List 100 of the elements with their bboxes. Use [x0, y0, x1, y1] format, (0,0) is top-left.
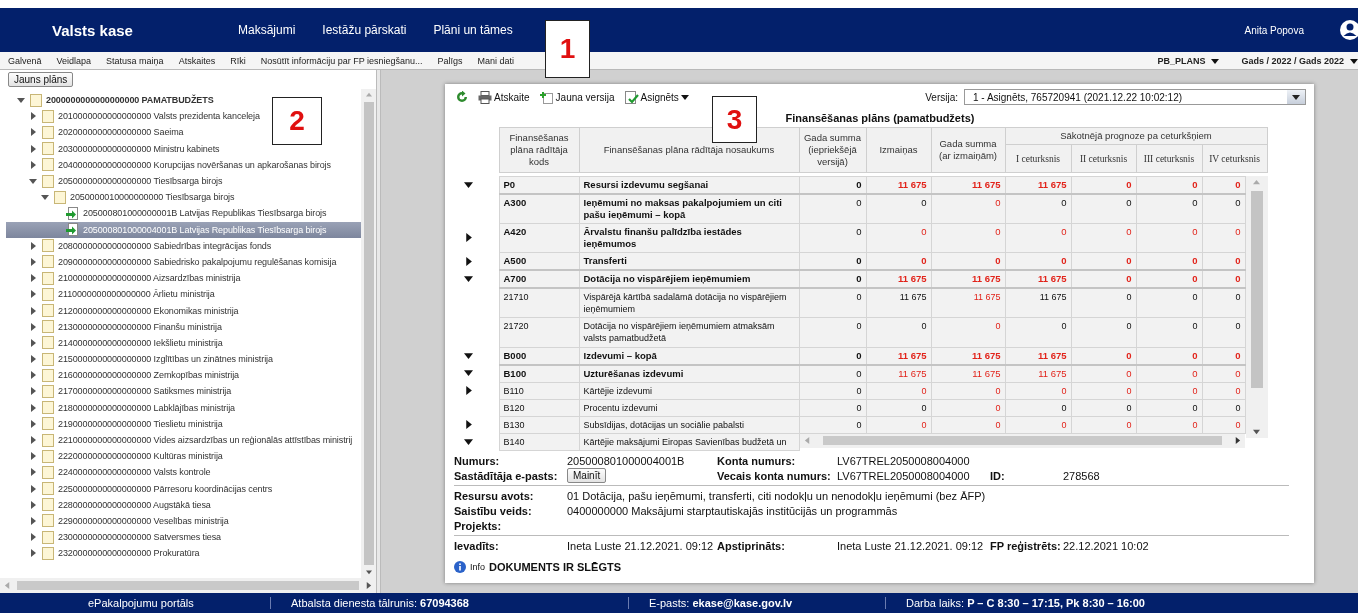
- user-avatar-icon[interactable]: [1340, 19, 1358, 41]
- tree-item[interactable]: 2170000000000000000 Satiksmes ministrija: [6, 383, 232, 400]
- menu-item[interactable]: Nosūtīt informāciju par FP iesniegšanu...: [260, 55, 423, 66]
- caret-icon[interactable]: [1211, 56, 1220, 65]
- tree-item[interactable]: 2180000000000000000 Labklājības ministrija: [6, 399, 235, 416]
- caret-icon[interactable]: [464, 233, 473, 243]
- tree-item[interactable]: 2290000000000000000 Veselības ministrija: [6, 512, 229, 530]
- vertical-scrollbar[interactable]: [1245, 176, 1268, 438]
- caret-icon[interactable]: [29, 436, 37, 445]
- caret-icon[interactable]: [29, 452, 37, 461]
- toolbar-button[interactable]: Jauna versija: [537, 90, 617, 104]
- tree-item[interactable]: 2110000000000000000 Ārlietu ministrija: [6, 286, 215, 303]
- tree-item[interactable]: 2020000000000000000 Saeima: [6, 124, 184, 141]
- vertical-scrollbar[interactable]: [361, 89, 376, 578]
- tree-item[interactable]: 2240000000000000000 Valsts kontrole: [6, 464, 211, 481]
- tree-item[interactable]: 2190000000000000000 Tieslietu ministrija: [6, 415, 223, 432]
- caret-icon[interactable]: [464, 256, 473, 266]
- tree-item[interactable]: 2250000000000000000 Pārresoru koordinācijas centrs: [6, 480, 273, 497]
- caret-icon[interactable]: [464, 368, 473, 378]
- menu-item[interactable]: Rīki: [230, 55, 246, 66]
- caret-icon[interactable]: [1292, 93, 1300, 101]
- tree-item[interactable]: 2140000000000000000 Iekšlietu ministrija: [6, 334, 223, 351]
- caret-icon[interactable]: [29, 257, 37, 266]
- scroll-down-icon[interactable]: [365, 569, 372, 575]
- caret-icon[interactable]: [29, 338, 37, 347]
- caret-icon[interactable]: [29, 500, 37, 509]
- caret-icon[interactable]: [17, 96, 25, 105]
- caret-icon[interactable]: [464, 350, 473, 360]
- caret-icon[interactable]: [29, 241, 37, 250]
- tree-item[interactable]: 2130000000000000000 Finanšu ministrija: [6, 318, 222, 335]
- scroll-right-icon[interactable]: [1234, 437, 1241, 445]
- menu-dropdown[interactable]: Gads / 2022 / Gads 2022: [1241, 55, 1358, 66]
- caret-icon[interactable]: [41, 193, 49, 202]
- caret-icon[interactable]: [29, 484, 37, 493]
- caret-icon[interactable]: [29, 387, 37, 396]
- tree-item[interactable]: 2320000000000000000 Prokuratūra: [6, 545, 200, 562]
- caret-icon[interactable]: [464, 436, 473, 446]
- toolbar-button[interactable]: Asignēts: [622, 90, 691, 104]
- caret-icon[interactable]: [29, 128, 37, 137]
- tree-item[interactable]: 2220000000000000000 Kultūras ministrija: [6, 448, 223, 465]
- tree-item[interactable]: 2120000000000000000 Ekonomikas ministrija: [6, 302, 239, 319]
- caret-icon[interactable]: [1350, 56, 1358, 65]
- caret-icon[interactable]: [29, 403, 37, 412]
- tree-item[interactable]: 2210000000000000000 Vides aizsardzības un reģionālās attīstības ministrij: [6, 431, 353, 449]
- tree-item[interactable]: 2050000010000000000 Tiesībsarga birojs: [6, 189, 235, 206]
- horizontal-scrollbar[interactable]: [0, 578, 376, 593]
- caret-icon[interactable]: [29, 274, 37, 283]
- caret-icon[interactable]: [29, 160, 37, 169]
- new-plan-button[interactable]: Jauns plāns: [8, 72, 74, 87]
- caret-icon[interactable]: [464, 274, 473, 284]
- tree-item[interactable]: 2000000000000000000 PAMATBUDŽETS: [6, 92, 214, 109]
- menu-item[interactable]: Galvenā: [8, 55, 42, 66]
- caret-icon[interactable]: [29, 144, 37, 153]
- tree-item[interactable]: 2050000000000000000 Tiesībsarga birojs: [6, 172, 223, 190]
- tree-item[interactable]: 2160000000000000000 Zemkopības ministrija: [6, 367, 240, 384]
- folder-icon: [42, 304, 54, 318]
- tree-item[interactable]: 205000801000000001B Latvijas Republikas Tiesībsarga birojs: [6, 205, 327, 222]
- caret-icon[interactable]: [29, 290, 37, 299]
- scroll-down-icon[interactable]: [1253, 428, 1260, 435]
- menu-item[interactable]: Veidlapa: [56, 55, 92, 66]
- caret-icon[interactable]: [29, 549, 37, 558]
- tree-item[interactable]: 2040000000000000000 Korupcijas novēršanas un apkarošanas birojs: [6, 156, 331, 173]
- tree-item[interactable]: 2010000000000000000 Valsts prezidenta kanceleja: [6, 108, 260, 125]
- menu-item[interactable]: Atskaites: [178, 55, 216, 66]
- tree-item[interactable]: 2300000000000000000 Satversmes tiesa: [6, 529, 222, 546]
- column-header: IV ceturksnis: [1202, 144, 1267, 173]
- tree-item[interactable]: 2100000000000000000 Aizsardzības ministrija: [6, 270, 241, 287]
- menu-dropdown[interactable]: PB_PLANS: [1157, 55, 1220, 66]
- tree-item[interactable]: 2090000000000000000 Sabiedrisko pakalpojumu regulēšanas komisija: [6, 253, 337, 271]
- nav-link[interactable]: Plāni un tāmes: [433, 23, 513, 37]
- tree-item[interactable]: 2080000000000000000 Sabiedrības integrācijas fonds: [6, 237, 272, 254]
- caret-icon[interactable]: [464, 180, 473, 190]
- caret-icon[interactable]: [464, 385, 473, 395]
- caret-icon[interactable]: [29, 468, 37, 477]
- caret-icon[interactable]: [29, 355, 37, 364]
- scroll-right-icon[interactable]: [365, 582, 372, 589]
- menu-item[interactable]: Palīgs: [437, 55, 463, 66]
- caret-icon[interactable]: [29, 306, 37, 315]
- nav-link[interactable]: Iestāžu pārskati: [322, 23, 407, 37]
- caret-icon[interactable]: [680, 93, 689, 101]
- tree-item[interactable]: 2280000000000000000 Augstākā tiesa: [6, 496, 211, 513]
- caret-icon[interactable]: [29, 533, 37, 542]
- menu-item[interactable]: Statusa maiņa: [106, 55, 164, 66]
- folder-icon: [42, 142, 54, 156]
- menu-item[interactable]: Mani dati: [477, 55, 515, 66]
- caret-icon[interactable]: [29, 419, 37, 428]
- tree-item[interactable]: 2030000000000000000 Ministru kabinets: [6, 140, 220, 157]
- nav-link[interactable]: Maksājumi: [238, 23, 296, 37]
- change-button[interactable]: Mainīt: [567, 468, 607, 483]
- tree-item[interactable]: 2150000000000000000 Izglītības un zinātnes ministrija: [6, 351, 273, 368]
- caret-icon[interactable]: [29, 177, 37, 186]
- caret-icon[interactable]: [29, 112, 37, 121]
- refresh-button[interactable]: [454, 91, 470, 103]
- toolbar-button[interactable]: Atskaite: [476, 90, 532, 104]
- column-header: Gada summa (ar izmaiņām): [931, 127, 1005, 173]
- version-select[interactable]: 1 - Asignēts, 765720941 (2021.12.22 10:02:12): [964, 89, 1306, 105]
- caret-icon[interactable]: [29, 516, 37, 525]
- caret-icon[interactable]: [29, 322, 37, 331]
- caret-icon[interactable]: [29, 371, 37, 380]
- caret-icon[interactable]: [464, 419, 473, 429]
